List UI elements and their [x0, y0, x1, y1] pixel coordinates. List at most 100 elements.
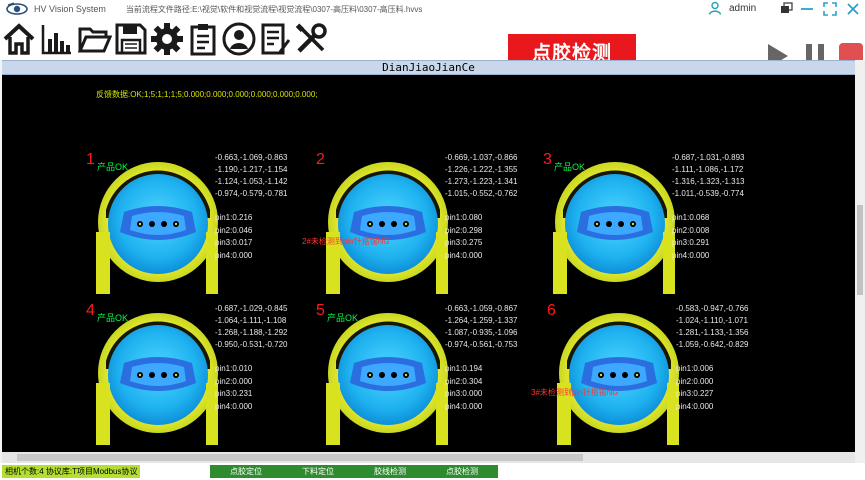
pin-values: pin1:0.194 pin2:0.304 pin3:0.000 pin4:0.000	[445, 363, 482, 413]
ng-message: 3#未检测到pin针搭锡NG	[531, 388, 619, 397]
maximize-icon[interactable]	[821, 1, 839, 17]
metric-line: -0.974,-0.561,-0.753	[445, 340, 518, 349]
status-bar: 相机个数:4 协议库:T项目Modbus协议 点胶定位 下料定位 胶线检测 点胶…	[0, 463, 865, 480]
pin-line: pin4:0.000	[215, 250, 253, 260]
pin-values: pin1:0.068 pin2:0.008 pin3:0.291 pin4:0.000	[672, 212, 709, 262]
height-metrics: -0.687,-1.029,-0.845 -1.064,-1.111,-1.108…	[215, 303, 288, 351]
pin-line: pin1:0.010	[215, 364, 253, 373]
eye-logo-icon	[6, 2, 28, 15]
metric-line: -0.663,-1.069,-0.863	[215, 153, 288, 162]
product-status: 产品OK	[97, 313, 129, 323]
unload-locate-button[interactable]: 下料定位	[282, 465, 354, 478]
height-metrics: -0.687,-1.031,-0.893 -1.111,-1.086,-1.172…	[672, 152, 745, 200]
part-image	[96, 313, 218, 445]
inspection-cell-4: 4 产品OK -0.687,-1.029,-0.845 -1.064,-1.111,-…	[86, 302, 318, 453]
cell-number: 3	[543, 151, 552, 168]
cell-number: 5	[316, 302, 325, 319]
part-image	[96, 162, 218, 294]
pin-line: pin4:0.000	[676, 401, 714, 411]
cell-number: 1	[86, 151, 95, 168]
tools-icon[interactable]	[294, 22, 328, 56]
pin-values: pin1:0.010 pin2:0.000 pin3:0.231 pin4:0.000	[215, 363, 252, 413]
pin-line: pin2:0.000	[215, 376, 253, 386]
pin-line: pin2:0.046	[215, 225, 253, 235]
pin-line: pin3:0.231	[215, 389, 253, 398]
pin-values: pin1:0.006 pin2:0.000 pin3:0.227 pin4:0.000	[676, 363, 713, 413]
pin-line: pin2:0.298	[445, 225, 483, 235]
product-status: 产品OK	[554, 162, 586, 172]
home-icon[interactable]	[2, 22, 36, 56]
pin-line: pin3:0.000	[445, 389, 483, 398]
pin-values: pin1:0.080 pin2:0.298 pin3:0.275 pin4:0.000	[445, 212, 482, 262]
current-user[interactable]: admin	[729, 3, 756, 14]
pin-line: pin4:0.000	[445, 401, 483, 411]
horizontal-scrollbar[interactable]	[2, 452, 855, 463]
pin-line: pin2:0.008	[672, 225, 710, 235]
metric-line: -1.281,-1.133,-1.356	[676, 328, 749, 337]
folder-icon[interactable]	[78, 22, 112, 56]
user-icon	[708, 1, 722, 15]
metric-line: -0.583,-0.947,-0.766	[676, 304, 749, 313]
toolbar: 点胶检测	[0, 18, 865, 69]
report-icon[interactable]	[258, 22, 292, 56]
cell-number: 2	[316, 151, 325, 168]
dispense-locate-button[interactable]: 点胶定位	[210, 465, 282, 478]
cell-number: 4	[86, 302, 95, 319]
metric-line: -0.663,-1.059,-0.867	[445, 304, 518, 313]
pin-line: pin4:0.000	[672, 250, 710, 260]
viewer-title: DianJiaoJianCe	[2, 60, 855, 75]
pin-line: pin1:0.006	[676, 364, 714, 373]
glue-line-inspect-button[interactable]: 胶线检测	[354, 465, 426, 478]
pin-line: pin4:0.000	[445, 250, 483, 260]
height-metrics: -0.663,-1.059,-0.867 -1.264,-1.259,-1.337…	[445, 303, 518, 351]
inspection-cell-6: 6 -0.583,-0.947,-0.766 -1.024,-1.110,-1.07…	[531, 302, 779, 453]
pin-line: pin1:0.080	[445, 213, 483, 222]
pin-line: pin3:0.291	[672, 238, 710, 247]
product-status: 产品OK	[327, 313, 359, 323]
current-file-path: 当前流程文件路径:E:\视觉\软件和视觉流程\视觉流程\0307-高压料\030…	[125, 4, 423, 14]
app-name: HV Vision System	[34, 4, 106, 14]
restore-icon[interactable]	[777, 1, 795, 17]
metric-line: -1.190,-1.217,-1.154	[215, 165, 288, 174]
close-icon[interactable]	[844, 1, 862, 17]
metric-line: -1.064,-1.111,-1.108	[215, 316, 287, 325]
pin-values: pin1:0.216 pin2:0.046 pin3:0.017 pin4:0.000	[215, 212, 252, 262]
part-image	[326, 313, 448, 445]
metric-line: -1.264,-1.259,-1.337	[445, 316, 518, 325]
part-image	[553, 162, 675, 294]
inspection-viewer[interactable]: 反馈数据:OK;1;5;1;1;1;5;0.000;0.000;0.000;0.…	[2, 75, 855, 463]
metric-line: -0.687,-1.031,-0.893	[672, 153, 745, 162]
pin-line: pin1:0.194	[445, 364, 483, 373]
feedback-data: 反馈数据:OK;1;5;1;1;1;5;0.000;0.000;0.000;0.…	[96, 90, 318, 99]
metric-line: -0.950,-0.531,-0.720	[215, 340, 288, 349]
cell-number: 6	[547, 302, 556, 319]
status-info: 相机个数:4 协议库:T项目Modbus协议	[2, 465, 141, 478]
app-window: HV Vision System 当前流程文件路径:E:\视觉\软件和视觉流程\…	[0, 0, 865, 480]
dispense-inspect-button[interactable]: 点胶检测	[426, 465, 498, 478]
minimize-icon[interactable]	[798, 1, 816, 17]
vertical-scrollbar[interactable]	[855, 60, 865, 463]
ng-message: 2#未检测到pin针搭锡NG	[302, 237, 390, 246]
part-image	[326, 162, 448, 294]
metric-line: -1.024,-1.110,-1.071	[676, 316, 748, 325]
chart-icon[interactable]	[40, 22, 74, 56]
metric-line: -1.316,-1.323,-1.313	[672, 177, 745, 186]
metric-line: -1.111,-1.086,-1.172	[672, 165, 744, 174]
pin-line: pin3:0.275	[445, 238, 483, 247]
checklist-icon[interactable]	[186, 22, 220, 56]
metric-line: -0.669,-1.037,-0.866	[445, 153, 518, 162]
settings-icon[interactable]	[150, 22, 184, 56]
vertical-scroll-thumb[interactable]	[857, 205, 863, 295]
horizontal-scroll-thumb[interactable]	[17, 454, 583, 461]
pin-line: pin2:0.000	[676, 376, 714, 386]
user-account-icon[interactable]	[222, 22, 256, 56]
metric-line: -0.974,-0.579,-0.781	[215, 189, 288, 198]
metric-line: -1.015,-0.552,-0.762	[445, 189, 518, 198]
inspection-cell-1: 1 产品OK -0.663,-1.069,-0.863 -1.190,-1.217,-…	[86, 151, 318, 302]
metric-line: -1.059,-0.642,-0.829	[676, 340, 749, 349]
pin-line: pin4:0.000	[215, 401, 253, 411]
inspection-cell-5: 5 产品OK -0.663,-1.059,-0.867 -1.264,-1.259,-…	[316, 302, 548, 453]
metric-line: -1.124,-1.053,-1.142	[215, 177, 288, 186]
save-icon[interactable]	[114, 22, 148, 56]
product-status: 产品OK	[97, 162, 129, 172]
